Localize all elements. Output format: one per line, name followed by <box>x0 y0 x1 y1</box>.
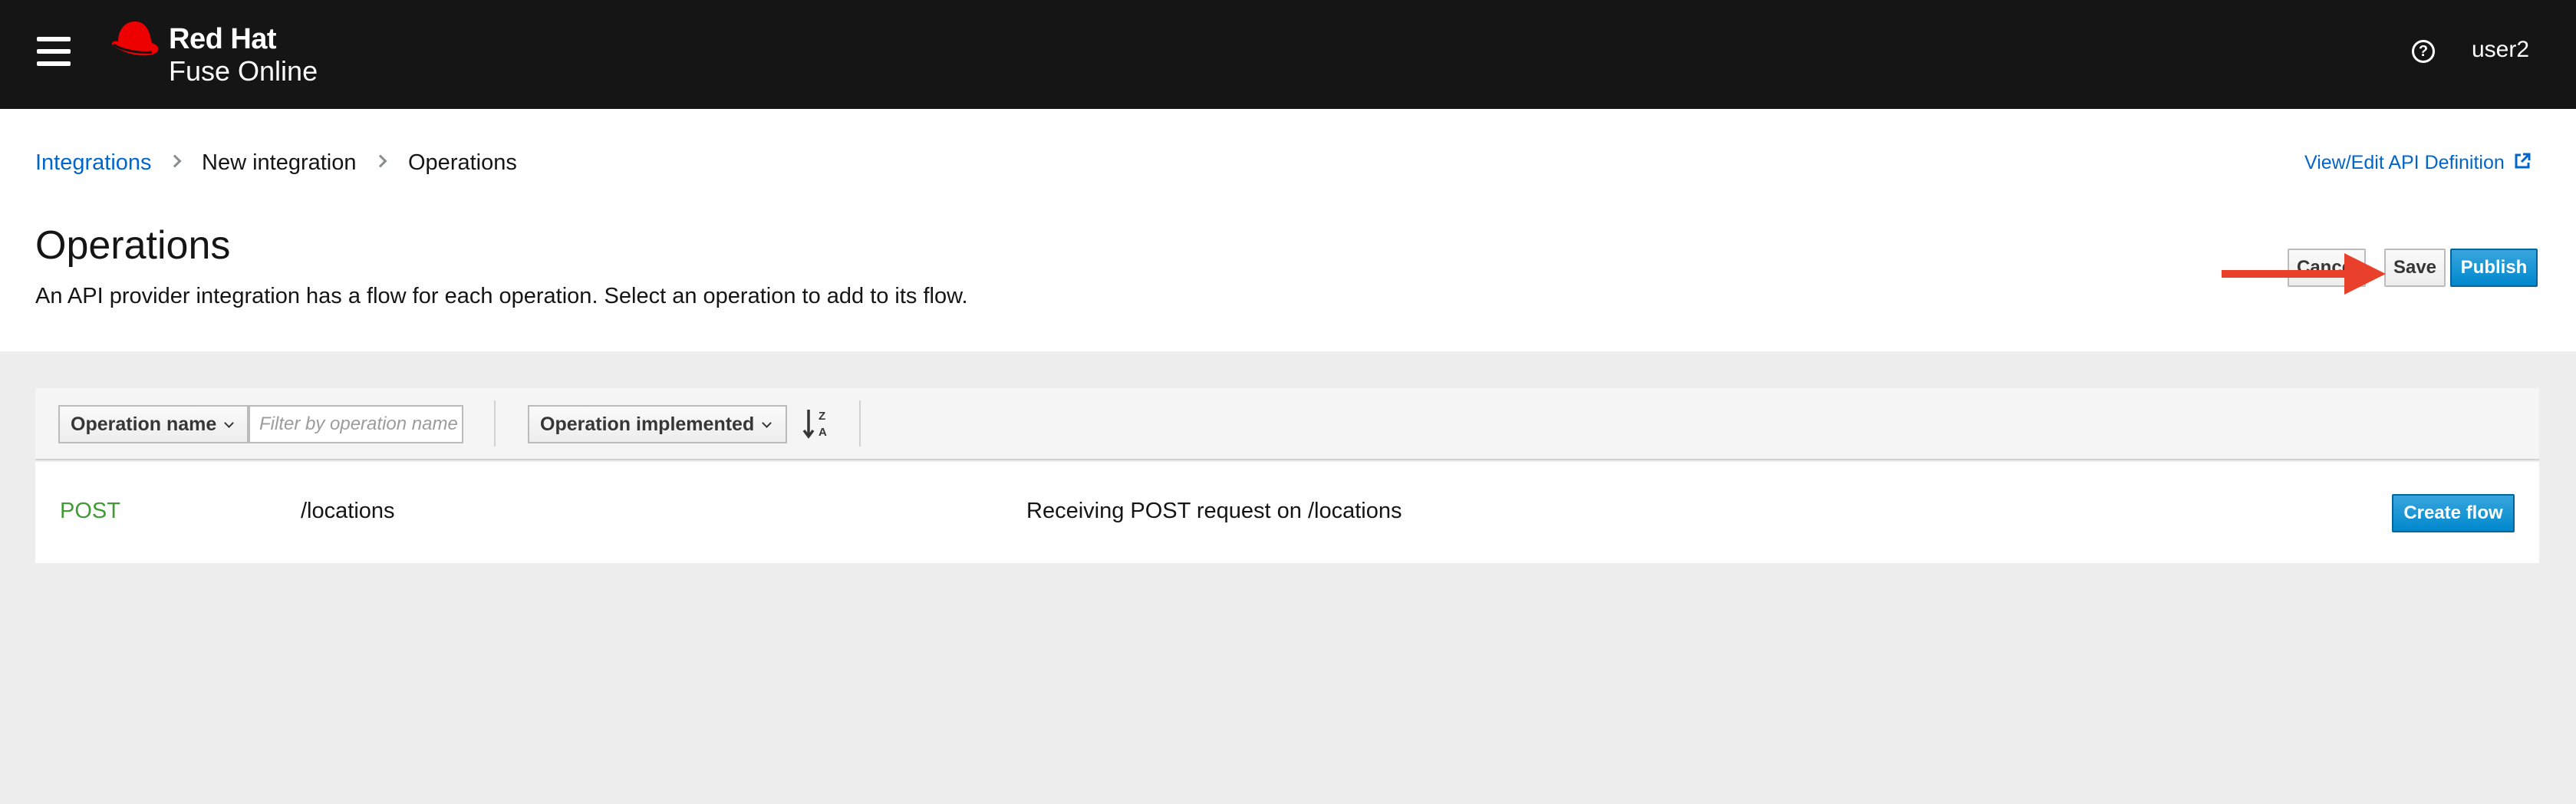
annotation-arrow-icon <box>2222 253 2386 295</box>
filter-type-label: Operation name <box>71 414 217 435</box>
operation-description: Receiving POST request on /locations <box>1026 499 1402 523</box>
user-menu[interactable]: user2 <box>2472 37 2529 63</box>
toolbar-divider <box>859 400 861 446</box>
operation-method: POST <box>60 499 120 523</box>
help-icon[interactable]: ? <box>2412 40 2435 63</box>
breadcrumb-integrations[interactable]: Integrations <box>35 150 152 176</box>
filter-input[interactable]: Filter by operation name <box>249 405 463 443</box>
operations-toolbar: Operation name Filter by operation name … <box>35 388 2539 460</box>
filter-type-dropdown[interactable]: Operation name <box>58 405 249 443</box>
hamburger-menu-icon[interactable] <box>37 37 71 66</box>
svg-text:Z: Z <box>819 410 825 423</box>
product-name: Fuse Online <box>169 55 318 87</box>
toolbar-divider <box>494 400 496 446</box>
sort-field-label: Operation implemented <box>540 414 755 435</box>
sort-alpha-desc-icon[interactable]: Z A <box>802 407 833 442</box>
page-description: An API provider integration has a flow f… <box>35 284 968 308</box>
breadcrumb-operations: Operations <box>408 150 517 175</box>
view-edit-api-definition-link[interactable]: View/Edit API Definition <box>2304 152 2532 174</box>
view-edit-link-label: View/Edit API Definition <box>2304 152 2505 173</box>
breadcrumb-chevron-icon <box>374 154 387 168</box>
breadcrumb-chevron-icon <box>168 154 182 168</box>
save-button[interactable]: Save <box>2384 249 2446 287</box>
svg-text:A: A <box>819 426 827 439</box>
chevron-down-icon <box>224 418 235 428</box>
brand-name: Red Hat <box>169 23 277 55</box>
page-header: Integrations New integration Operations … <box>0 109 2576 351</box>
red-hat-icon <box>112 21 159 56</box>
operation-path: /locations <box>301 499 395 523</box>
list-item: POST /locations Receiving POST request o… <box>35 462 2539 563</box>
masthead: Red Hat Fuse Online ? user2 <box>0 0 2576 109</box>
create-flow-button[interactable]: Create flow <box>2392 494 2515 532</box>
sort-field-dropdown[interactable]: Operation implemented <box>528 405 787 443</box>
chevron-down-icon <box>762 418 772 428</box>
external-link-icon <box>2515 153 2531 169</box>
breadcrumb-new-integration: New integration <box>202 150 357 175</box>
publish-button[interactable]: Publish <box>2450 249 2538 287</box>
page-title: Operations <box>35 223 231 268</box>
